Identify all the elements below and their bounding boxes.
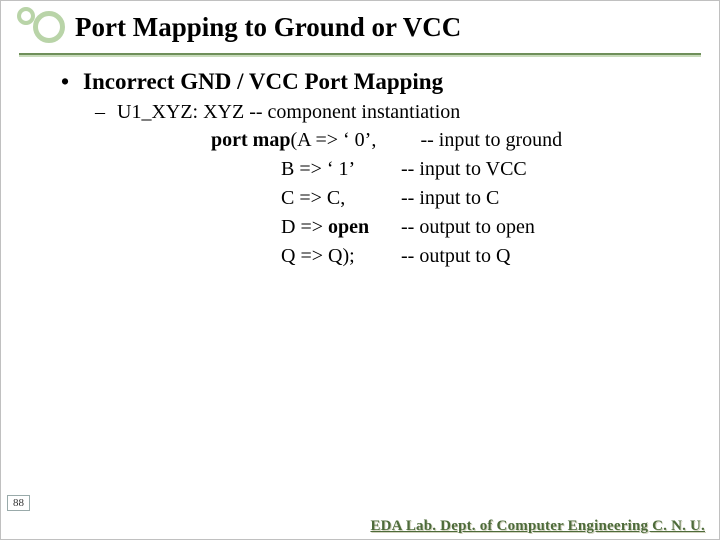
page-number: 88 [7, 495, 30, 511]
bullet-level1: • Incorrect GND / VCC Port Mapping [61, 69, 679, 95]
code-row: port map (A => ‘ 0’, -- input to ground [211, 126, 679, 155]
port-mapping: B => ‘ 1’ [271, 155, 401, 184]
title-row: Port Mapping to Ground or VCC [1, 1, 719, 47]
port-comment: -- output to open [401, 213, 535, 242]
port-comment: -- input to C [401, 184, 499, 213]
port-comment: -- output to Q [401, 242, 510, 271]
port-mapping: (A => ‘ 0’, [290, 126, 420, 155]
logo-icon [11, 7, 71, 47]
port-mapping: Q => Q); [271, 242, 401, 271]
portmap-spacer [211, 184, 271, 213]
portmap-spacer [211, 155, 271, 184]
footer-text: EDA Lab. Dept. of Computer Engineering C… [370, 518, 705, 535]
portmap-spacer [211, 242, 271, 271]
port-mapping: D => open [271, 213, 401, 242]
port-comment: -- input to ground [420, 126, 562, 155]
slide-title: Port Mapping to Ground or VCC [71, 12, 461, 43]
port-mapping: C => C, [271, 184, 401, 213]
bullet-level2: – U1_XYZ: XYZ -- component instantiation [95, 101, 679, 124]
bullet1-text: Incorrect GND / VCC Port Mapping [83, 69, 443, 95]
bullet-dot-icon: • [61, 69, 83, 95]
code-row: Q => Q); -- output to Q [211, 242, 679, 271]
code-row: B => ‘ 1’ -- input to VCC [211, 155, 679, 184]
bullet2-text: U1_XYZ: XYZ -- component instantiation [117, 101, 460, 124]
slide: Port Mapping to Ground or VCC • Incorrec… [0, 0, 720, 540]
open-keyword: open [328, 216, 369, 238]
bullet-dash-icon: – [95, 101, 117, 124]
code-row: C => C, -- input to C [211, 184, 679, 213]
portmap-keyword: port map [211, 126, 290, 155]
slide-body: • Incorrect GND / VCC Port Mapping – U1_… [1, 55, 719, 271]
code-row: D => open -- output to open [211, 213, 679, 242]
code-block: port map (A => ‘ 0’, -- input to ground … [211, 126, 679, 271]
portmap-spacer [211, 213, 271, 242]
port-comment: -- input to VCC [401, 155, 527, 184]
